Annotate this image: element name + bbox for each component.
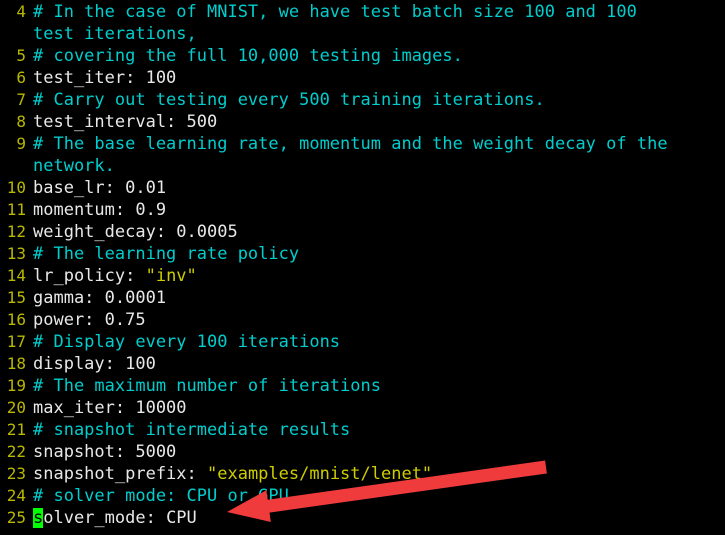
code-token-plain: test_interval: 500 [33, 112, 218, 132]
code-line[interactable]: 14 lr_policy: "inv" [0, 265, 725, 287]
line-number: 15 [6, 288, 26, 307]
line-number: 17 [6, 332, 26, 351]
code-line[interactable]: 13 # The learning rate policy [0, 243, 725, 265]
line-number: 25 [6, 508, 26, 527]
code-line-content[interactable]: power: 0.75 [26, 309, 725, 331]
code-line-content[interactable]: # Display every 100 iterations [26, 331, 725, 353]
code-line-content[interactable]: gamma: 0.0001 [26, 287, 725, 309]
code-line-content[interactable]: base_lr: 0.01 [26, 177, 725, 199]
code-line-content[interactable]: lr_policy: "inv" [26, 265, 725, 287]
code-line[interactable]: 18 display: 100 [0, 353, 725, 375]
line-number: 9 [16, 134, 26, 153]
code-line-content[interactable]: # solver mode: CPU or GPU [26, 485, 725, 507]
code-line[interactable]: 4 # In the case of MNIST, we have test ba… [0, 1, 725, 23]
code-line[interactable]: 6 test_iter: 100 [0, 67, 725, 89]
line-number: 13 [6, 244, 26, 263]
code-line-content[interactable]: test_iter: 100 [26, 67, 725, 89]
line-number: 23 [6, 464, 26, 483]
code-line[interactable]: 17 # Display every 100 iterations [0, 331, 725, 353]
code-token-comment: # The base learning rate, momentum and t… [33, 134, 668, 154]
code-line[interactable]: 22 snapshot: 5000 [0, 441, 725, 463]
code-line-content[interactable]: test iterations, [26, 23, 725, 45]
line-number: 10 [6, 178, 26, 197]
code-line-content[interactable]: # In the case of MNIST, we have test bat… [26, 1, 725, 23]
code-line[interactable]: 7 # Carry out testing every 500 training … [0, 89, 725, 111]
line-number: 16 [6, 310, 26, 329]
line-number: 18 [6, 354, 26, 373]
code-token-plain: olver_mode: CPU [43, 508, 197, 528]
code-token-comment: network. [33, 156, 115, 176]
line-number: 14 [6, 266, 26, 285]
code-line-content[interactable]: # The learning rate policy [26, 243, 725, 265]
code-line[interactable]: network. [0, 155, 725, 177]
code-token-comment: test iterations, [33, 24, 197, 44]
code-line-content[interactable]: # The base learning rate, momentum and t… [26, 133, 725, 155]
code-token-plain: momentum: 0.9 [33, 200, 167, 220]
code-line-content[interactable]: # Carry out testing every 500 training i… [26, 89, 725, 111]
code-token-plain: snapshot_prefix: [33, 464, 207, 484]
code-line-content[interactable]: test_interval: 500 [26, 111, 725, 133]
code-line[interactable]: 9 # The base learning rate, momentum and … [0, 133, 725, 155]
line-number: 21 [6, 420, 26, 439]
code-line[interactable]: 10 base_lr: 0.01 [0, 177, 725, 199]
code-token-comment: # covering the full 10,000 testing image… [33, 46, 463, 66]
code-line-content[interactable]: # snapshot intermediate results [26, 419, 725, 441]
code-line[interactable]: 21 # snapshot intermediate results [0, 419, 725, 441]
code-line[interactable]: 5 # covering the full 10,000 testing imag… [0, 45, 725, 67]
code-token-plain: weight_decay: 0.0005 [33, 222, 238, 242]
line-number: 24 [6, 486, 26, 505]
code-token-string: "examples/mnist/lenet" [207, 464, 433, 484]
code-line-content[interactable]: # covering the full 10,000 testing image… [26, 45, 725, 67]
code-line[interactable]: 8 test_interval: 500 [0, 111, 725, 133]
code-line-content[interactable]: weight_decay: 0.0005 [26, 221, 725, 243]
code-line-content[interactable]: display: 100 [26, 353, 725, 375]
code-line-content[interactable]: # The maximum number of iterations [26, 375, 725, 397]
code-token-comment: # Carry out testing every 500 training i… [33, 90, 545, 110]
line-number: 5 [16, 46, 26, 65]
code-line[interactable]: 16 power: 0.75 [0, 309, 725, 331]
line-number: 12 [6, 222, 26, 241]
text-cursor: s [33, 508, 44, 528]
code-line-content[interactable]: snapshot: 5000 [26, 441, 725, 463]
code-line[interactable]: 11 momentum: 0.9 [0, 199, 725, 221]
code-token-comment: # Display every 100 iterations [33, 332, 341, 352]
line-number: 19 [6, 376, 26, 395]
line-number: 20 [6, 398, 26, 417]
code-token-comment: # The maximum number of iterations [33, 376, 381, 396]
code-line-content[interactable]: momentum: 0.9 [26, 199, 725, 221]
code-lines-container: 4 # In the case of MNIST, we have test ba… [0, 0, 725, 529]
code-line-content[interactable]: network. [26, 155, 725, 177]
code-line[interactable]: 12 weight_decay: 0.0005 [0, 221, 725, 243]
line-number: 7 [16, 90, 26, 109]
code-token-string: "inv" [145, 266, 197, 286]
line-number: 22 [6, 442, 26, 461]
code-line[interactable]: 23 snapshot_prefix: "examples/mnist/lenet… [0, 463, 725, 485]
line-number: 4 [16, 2, 26, 21]
code-line[interactable]: 20 max_iter: 10000 [0, 397, 725, 419]
code-token-plain: test_iter: 100 [33, 68, 177, 88]
line-number: 6 [16, 68, 26, 87]
code-token-plain: snapshot: 5000 [33, 442, 177, 462]
code-token-plain: gamma: 0.0001 [33, 288, 167, 308]
code-line[interactable]: 25 solver_mode: CPU [0, 507, 725, 529]
code-token-plain: display: 100 [33, 354, 156, 374]
code-token-comment: # snapshot intermediate results [33, 420, 351, 440]
code-line-content[interactable]: solver_mode: CPU [26, 507, 725, 529]
code-line[interactable]: test iterations, [0, 23, 725, 45]
code-token-plain: power: 0.75 [33, 310, 146, 330]
code-token-comment: # The learning rate policy [33, 244, 300, 264]
code-token-comment: # solver mode: CPU or GPU [33, 486, 289, 506]
code-line-content[interactable]: max_iter: 10000 [26, 397, 725, 419]
code-token-plain: lr_policy: [33, 266, 146, 286]
code-line[interactable]: 15 gamma: 0.0001 [0, 287, 725, 309]
code-line-content[interactable]: snapshot_prefix: "examples/mnist/lenet" [26, 463, 725, 485]
code-token-plain: base_lr: 0.01 [33, 178, 167, 198]
code-token-comment: # In the case of MNIST, we have test bat… [33, 2, 637, 22]
code-line[interactable]: 24 # solver mode: CPU or GPU [0, 485, 725, 507]
code-editor[interactable]: 4 # In the case of MNIST, we have test ba… [0, 0, 725, 535]
code-line[interactable]: 19 # The maximum number of iterations [0, 375, 725, 397]
line-number: 11 [6, 200, 26, 219]
code-token-plain: max_iter: 10000 [33, 398, 187, 418]
line-number: 8 [16, 112, 26, 131]
